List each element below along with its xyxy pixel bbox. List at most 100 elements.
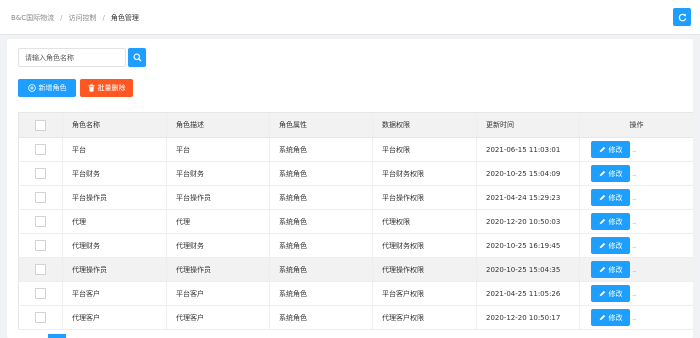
cell-data-perm: 代理权限 [372,210,476,233]
pencil-icon [599,242,605,249]
breadcrumb-separator: / [102,14,105,22]
row-select-cell [18,162,62,185]
edit-label: 修改 [608,241,623,250]
more-actions[interactable]: ... [632,266,637,274]
refresh-icon [678,13,686,21]
table-row[interactable]: 代理 代理 系统角色 代理权限 2020-12-20 10:50:03 修改... [18,210,693,234]
row-select-cell [18,306,62,329]
more-actions[interactable]: ... [632,290,637,298]
breadcrumb-item-current: 角色管理 [110,14,139,22]
edit-button[interactable]: 修改 [591,261,630,278]
edit-button[interactable]: 修改 [591,141,630,158]
edit-button[interactable]: 修改 [591,165,630,182]
content-panel: 新增角色 批量删除 角色名称 角色描述 角色属性 数据权限 更新时间 操作 平台… [7,39,693,338]
edit-button[interactable]: 修改 [591,309,630,326]
batch-delete-label: 批量删除 [97,84,126,92]
pagination-current-page[interactable] [48,334,66,338]
pencil-icon [599,218,605,225]
cell-data-perm: 平台操作权限 [372,186,476,209]
plus-circle-icon [27,84,36,92]
edit-button[interactable]: 修改 [591,189,630,206]
edit-label: 修改 [608,193,623,202]
search-input[interactable] [18,48,126,67]
cell-role-attr: 系统角色 [269,234,372,257]
cell-actions: 修改... [579,162,693,185]
add-role-label: 新增角色 [38,84,67,92]
select-all-checkbox[interactable] [35,119,46,131]
more-actions[interactable]: ... [632,146,637,154]
breadcrumb-item-home[interactable]: B&C国际物流 [11,13,54,23]
cell-role-name: 代理财务 [62,234,166,257]
cell-role-desc: 代理操作员 [166,258,269,281]
roles-table: 角色名称 角色描述 角色属性 数据权限 更新时间 操作 平台 平台 系统角色 平台权限… [18,112,693,330]
edit-label: 修改 [608,169,623,178]
table-row[interactable]: 平台客户 平台客户 系统角色 平台客户权限 2021-04-25 11:05:26 修改.… [18,282,693,306]
row-checkbox[interactable] [35,312,46,323]
column-header-role-name[interactable]: 角色名称 [62,113,166,137]
row-checkbox[interactable] [35,240,46,251]
row-select-cell [18,282,62,305]
edit-label: 修改 [608,265,623,274]
cell-role-attr: 系统角色 [269,282,372,305]
table-row[interactable]: 平台财务 平台财务 系统角色 平台财务权限 2020-10-25 15:04:09 修改.… [18,162,693,186]
edit-button[interactable]: 修改 [591,213,630,230]
cell-data-perm: 平台财务权限 [372,162,476,185]
cell-data-perm: 平台客户权限 [372,282,476,305]
row-checkbox[interactable] [35,168,46,179]
pagination [18,333,693,338]
edit-label: 修改 [608,217,623,226]
table-row[interactable]: 代理操作员 代理操作员 系统角色 代理操作权限 2020-10-25 15:04:35 修… [18,258,693,282]
row-checkbox[interactable] [35,216,46,227]
row-checkbox[interactable] [35,288,46,299]
cell-role-attr: 系统角色 [269,162,372,185]
table-row[interactable]: 平台 平台 系统角色 平台权限 2021-06-15 11:03:01 修改... [18,138,693,162]
cell-actions: 修改... [579,258,693,281]
more-actions[interactable]: ... [632,170,637,178]
refresh-button[interactable] [673,8,691,26]
row-select-cell [18,138,62,161]
edit-button[interactable]: 修改 [591,237,630,254]
cell-actions: 修改... [579,210,693,233]
batch-delete-button[interactable]: 批量删除 [80,79,133,97]
table-row[interactable]: 平台操作员 平台操作员 系统角色 平台操作权限 2021-04-24 15:29:23 修… [18,186,693,210]
edit-button[interactable]: 修改 [591,285,630,302]
cell-role-desc: 平台客户 [166,282,269,305]
cell-data-perm: 代理财务权限 [372,234,476,257]
edit-label: 修改 [608,313,623,322]
cell-actions: 修改... [579,138,693,161]
more-actions[interactable]: ... [632,314,637,322]
column-header-data-perm[interactable]: 数据权限 [372,113,476,137]
row-select-cell [18,210,62,233]
cell-actions: 修改... [579,186,693,209]
cell-actions: 修改... [579,306,693,329]
cell-role-desc: 代理客户 [166,306,269,329]
more-actions[interactable]: ... [632,218,637,226]
column-header-update-time[interactable]: 更新时间 [476,113,579,137]
search-icon [132,53,142,62]
table-row[interactable]: 代理客户 代理客户 系统角色 代理客户权限 2020-12-20 10:50:17 修改.… [18,306,693,330]
row-checkbox[interactable] [35,144,46,155]
cell-role-name: 平台 [62,138,166,161]
cell-actions: 修改... [579,282,693,305]
row-checkbox[interactable] [35,264,46,275]
breadcrumb-item-access-control[interactable]: 访问控制 [69,13,97,23]
cell-role-desc: 平台操作员 [166,186,269,209]
row-select-cell [18,186,62,209]
search-button[interactable] [128,48,146,67]
cell-role-desc: 代理 [166,210,269,233]
pencil-icon [599,314,605,321]
trash-icon [87,84,95,92]
add-role-button[interactable]: 新增角色 [18,79,76,97]
more-actions[interactable]: ... [632,242,637,250]
pencil-icon [599,194,605,201]
cell-role-name: 代理客户 [62,306,166,329]
row-select-cell [18,258,62,281]
cell-role-desc: 平台 [166,138,269,161]
column-header-role-desc[interactable]: 角色描述 [166,113,269,137]
more-actions[interactable]: ... [632,194,637,202]
edit-label: 修改 [608,145,623,154]
column-header-role-attr[interactable]: 角色属性 [269,113,372,137]
cell-data-perm: 代理操作权限 [372,258,476,281]
table-row[interactable]: 代理财务 代理财务 系统角色 代理财务权限 2020-10-25 16:19:45 修改.… [18,234,693,258]
row-checkbox[interactable] [35,192,46,203]
